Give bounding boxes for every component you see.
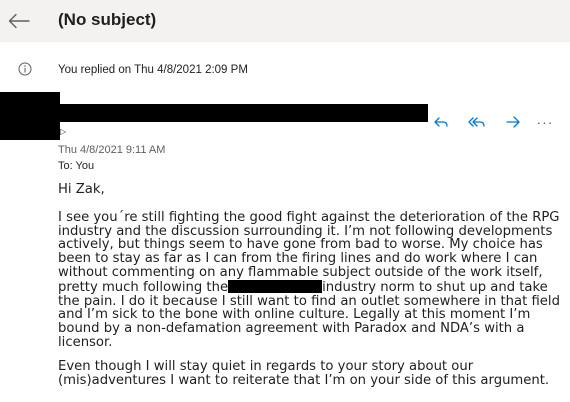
reply-icon bbox=[434, 117, 448, 127]
info-icon bbox=[18, 62, 32, 76]
greeting: Hi Zak, bbox=[58, 182, 105, 197]
body-line: bound by a non-defamation agreement with… bbox=[58, 321, 525, 337]
body-line: and I’m sick to the bone with online cul… bbox=[58, 307, 531, 323]
body-line: actively, but things seem to have gone f… bbox=[58, 237, 543, 253]
more-actions-button[interactable]: ··· bbox=[534, 112, 556, 132]
body-line: without commenting on any flammable subj… bbox=[58, 264, 543, 280]
body-line: I see you´re still fighting the good fig… bbox=[58, 209, 560, 225]
back-button[interactable] bbox=[2, 4, 36, 38]
sent-date: Thu 4/8/2021 9:11 AM bbox=[58, 144, 166, 156]
reply-notice: You replied on Thu 4/8/2021 2:09 PM bbox=[0, 54, 570, 88]
body-line: (mis)adventures I want to reiterate that… bbox=[58, 372, 550, 388]
reply-notice-text: You replied on Thu 4/8/2021 2:09 PM bbox=[58, 64, 248, 76]
avatar[interactable] bbox=[0, 92, 60, 140]
paragraph-2: Even though I will stay quiet in regards… bbox=[58, 358, 562, 388]
body-line: industry and the discussion surrounding … bbox=[58, 223, 553, 239]
subject-title: (No subject) bbox=[58, 10, 157, 29]
body-line: the pain. I do it because I still want t… bbox=[58, 293, 560, 309]
body-line: licensor. bbox=[58, 334, 113, 350]
sender-name[interactable] bbox=[60, 104, 428, 122]
body-line: Even though I will stay quiet in regards… bbox=[58, 358, 474, 374]
body-line: been to stay as far as I can from the fi… bbox=[58, 251, 538, 267]
paragraph-1: I see you´re still fighting the good fig… bbox=[58, 209, 562, 350]
body-line-redacted: pretty much following the industry norm t… bbox=[58, 279, 562, 295]
reading-pane-header: (No subject) bbox=[0, 0, 570, 42]
redaction-bar bbox=[228, 279, 323, 293]
arrow-left-icon bbox=[8, 13, 30, 29]
reply-button[interactable] bbox=[430, 112, 452, 132]
body-text: pretty much following the bbox=[58, 279, 229, 295]
reply-all-button[interactable] bbox=[466, 112, 488, 132]
message-body: Hi Zak, I see you´re still fighting the … bbox=[58, 183, 562, 397]
recipients: To: You bbox=[58, 160, 94, 172]
expand-recipients-icon[interactable]: ▷ bbox=[60, 127, 66, 136]
forward-button[interactable] bbox=[502, 112, 524, 132]
body-text: industry norm to shut up and take bbox=[322, 279, 548, 295]
to-label: To: bbox=[58, 160, 73, 172]
to-value[interactable]: You bbox=[76, 160, 95, 172]
forward-icon bbox=[506, 116, 520, 128]
reply-all-icon bbox=[468, 117, 485, 127]
